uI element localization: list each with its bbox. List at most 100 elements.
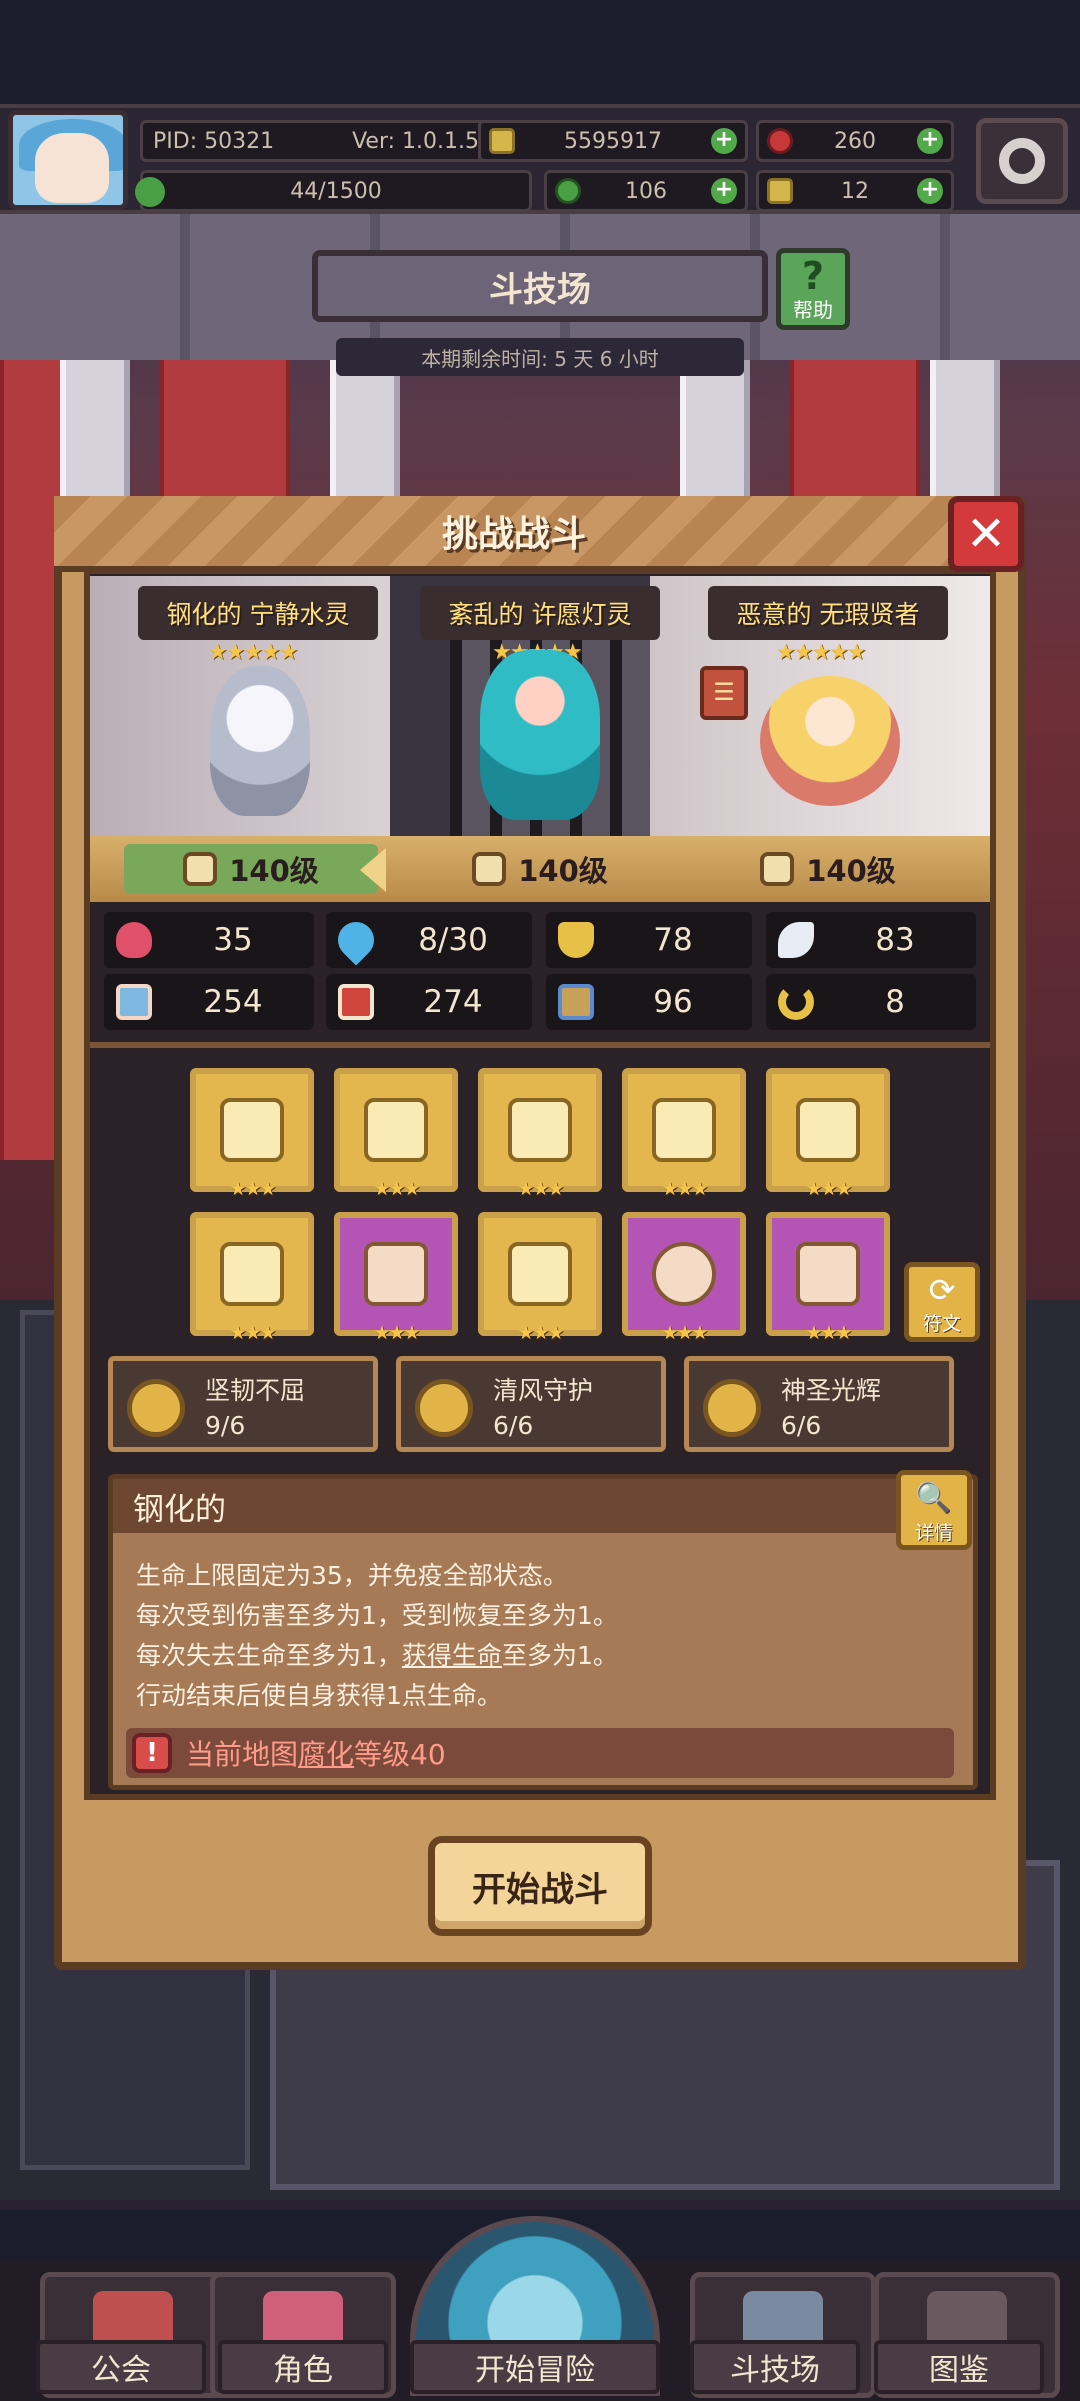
- trait-line-1: 生命上限固定为35，并免疫全部状态。: [136, 1561, 568, 1590]
- trait-keyword-link[interactable]: 获得生命: [402, 1641, 502, 1670]
- stat-luck: 8: [766, 974, 976, 1030]
- heart-icon: [116, 922, 152, 958]
- set-emblem-icon: [415, 1379, 473, 1437]
- key-bar: 12 +: [756, 170, 954, 212]
- nav-codex-label[interactable]: 图鉴: [874, 2340, 1044, 2394]
- equip-scepter[interactable]: ★★★: [190, 1068, 314, 1200]
- set-emblem-icon: [127, 1379, 185, 1437]
- set-bonus-3[interactable]: 神圣光辉 6/6: [684, 1356, 954, 1452]
- version-text: Ver: 1.0.1.5: [352, 128, 479, 154]
- clover-energy-icon: [135, 177, 165, 207]
- winged-armor-icon: [364, 1242, 428, 1306]
- stat-magic: 274: [326, 974, 532, 1030]
- enemy-3-level-text: 140级: [806, 854, 896, 888]
- add-gem-button[interactable]: +: [917, 128, 943, 154]
- trait-line-2: 每次受到伤害至多为1，受到恢复至多为1。: [136, 1601, 618, 1630]
- nav-adventure-label[interactable]: 开始冒险: [410, 2340, 660, 2394]
- status-tag-icon: ☰: [700, 666, 748, 720]
- equip-tome[interactable]: ★★★: [334, 1068, 458, 1200]
- equip-boots[interactable]: ★★★: [766, 1212, 890, 1344]
- close-button[interactable]: ✕: [948, 496, 1024, 572]
- equip-helmet[interactable]: ★★★: [766, 1068, 890, 1200]
- fist-icon: [116, 984, 152, 1020]
- enemy-1-level-text: 140级: [229, 854, 319, 888]
- nav-arena-label[interactable]: 斗技场: [690, 2340, 860, 2394]
- detail-button[interactable]: 🔍 详情: [896, 1470, 972, 1550]
- warning-icon: !: [132, 1733, 172, 1773]
- equip-ring[interactable]: ★★★: [622, 1212, 746, 1344]
- helmet-icon: [796, 1098, 860, 1162]
- enemy-1-level[interactable]: 140级: [124, 844, 378, 894]
- dialog-title: 挑战战斗: [54, 496, 974, 572]
- necklace-icon: [508, 1098, 572, 1162]
- key-icon: [767, 178, 793, 204]
- clover-icon: [555, 178, 581, 204]
- level-badge-icon: [183, 852, 218, 886]
- equip-winged-armor[interactable]: ★★★: [334, 1212, 458, 1344]
- stat-attack: 254: [104, 974, 314, 1030]
- enemy-3-level[interactable]: 140级: [728, 844, 928, 894]
- clover-bar: 106 +: [544, 170, 748, 212]
- equip-crown[interactable]: ★★★: [190, 1212, 314, 1344]
- enemy-1-name: 钢化的 宁静水灵: [138, 586, 378, 640]
- add-gold-button[interactable]: +: [710, 128, 737, 154]
- gem-amount: 260: [834, 128, 876, 154]
- enemy-2-level[interactable]: 140级: [440, 844, 640, 894]
- start-battle-button[interactable]: 开始战斗: [428, 1836, 652, 1936]
- enemy-2-sprite[interactable]: [480, 650, 600, 820]
- set-bonus-1[interactable]: 坚韧不屈 9/6: [108, 1356, 378, 1452]
- gold-amount: 5595917: [564, 128, 662, 154]
- season-timer: 本期剩余时间: 5 天 6 小时: [336, 338, 744, 376]
- add-clover-button[interactable]: +: [711, 178, 737, 204]
- scepter-icon: [220, 1098, 284, 1162]
- gold-bar: 5595917 +: [478, 120, 748, 162]
- equip-necklace[interactable]: ★★★: [478, 1068, 602, 1200]
- settings-gear-icon[interactable]: [976, 118, 1068, 204]
- level-badge-icon: [472, 852, 507, 886]
- horseshoe-icon: [778, 984, 814, 1020]
- player-avatar[interactable]: [8, 110, 128, 210]
- set-bonus-2[interactable]: 清风守护 6/6: [396, 1356, 666, 1452]
- nav-guild-label[interactable]: 公会: [36, 2340, 206, 2394]
- help-button[interactable]: ? 帮助: [776, 248, 850, 330]
- rune-button[interactable]: ⟳ 符文: [904, 1262, 980, 1342]
- trait-title: 钢化的: [113, 1479, 899, 1533]
- corruption-warning: ! 当前地图 腐化 等级40: [126, 1728, 954, 1778]
- equip-shield[interactable]: ★★★: [622, 1068, 746, 1200]
- spellbook-icon: [338, 984, 374, 1020]
- crown-icon: [220, 1242, 284, 1306]
- energy-bar: 44/1500: [135, 170, 532, 212]
- shield-icon: [558, 922, 594, 958]
- detail-label: 详情: [914, 1522, 953, 1544]
- trait-line-4: 行动结束后使自身获得1点生命。: [136, 1681, 502, 1710]
- energy-amount: 44/1500: [290, 178, 382, 204]
- stat-hp: 35: [104, 912, 314, 968]
- gem-bar: 260 +: [756, 120, 954, 162]
- equip-cloak[interactable]: ★★★: [478, 1212, 602, 1344]
- question-mark-icon: ?: [801, 254, 825, 298]
- pid-text: PID: 50321: [153, 128, 275, 154]
- pid-version-bar: PID: 50321 Ver: 1.0.1.5: [140, 120, 492, 162]
- enemy-3-name: 恶意的 无瑕贤者: [708, 586, 948, 640]
- add-key-button[interactable]: +: [917, 178, 943, 204]
- enemy-1-sprite[interactable]: [210, 666, 310, 816]
- corruption-keyword[interactable]: 腐化: [298, 1733, 354, 1773]
- boots-icon: [796, 1242, 860, 1306]
- clover-amount: 106: [625, 178, 667, 204]
- nav-character-label[interactable]: 角色: [218, 2340, 388, 2394]
- trait-line-3: 每次失去生命至多为1，获得生命至多为1。: [136, 1641, 618, 1670]
- tome-icon: [364, 1098, 428, 1162]
- set-emblem-icon: [703, 1379, 761, 1437]
- enemy-3-sprite[interactable]: [760, 676, 900, 806]
- enemy-2-name: 紊乱的 许愿灯灵: [420, 586, 660, 640]
- divider: [90, 1042, 990, 1048]
- cloak-icon: [508, 1242, 572, 1306]
- boot-icon: [558, 984, 594, 1020]
- help-label: 帮助: [793, 298, 833, 322]
- magnifier-icon: 🔍: [915, 1481, 953, 1516]
- ring-icon: [652, 1242, 716, 1306]
- enemy-1-stars: ★★★★★: [208, 640, 299, 665]
- stat-mana: 8/30: [326, 912, 532, 968]
- shield-icon: [652, 1098, 716, 1162]
- status-bar-background: [0, 0, 1080, 100]
